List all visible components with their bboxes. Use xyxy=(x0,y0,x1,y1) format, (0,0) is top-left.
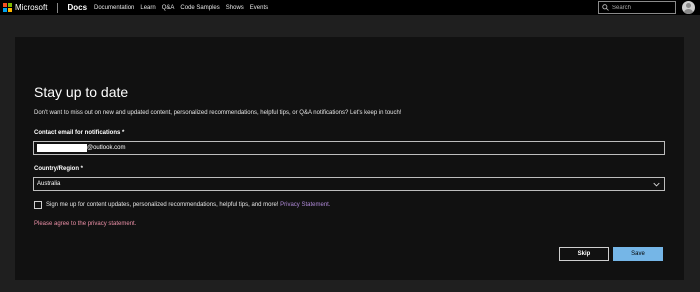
top-navigation-bar: Microsoft Docs Documentation Learn Q&A C… xyxy=(0,0,700,15)
search-input[interactable] xyxy=(612,4,672,11)
skip-button[interactable]: Skip xyxy=(559,247,609,261)
brand-name: Microsoft xyxy=(15,3,48,12)
redacted-email-prefix xyxy=(37,144,87,152)
nav-events[interactable]: Events xyxy=(250,5,268,11)
user-avatar-icon[interactable] xyxy=(682,1,695,14)
nav-shows[interactable]: Shows xyxy=(226,5,244,11)
microsoft-logo-icon xyxy=(3,3,12,12)
nav-learn[interactable]: Learn xyxy=(140,5,155,11)
nav-code-samples[interactable]: Code Samples xyxy=(180,5,219,11)
search-icon xyxy=(602,4,609,11)
email-label: Contact email for notifications * xyxy=(34,130,125,136)
microsoft-logo[interactable]: Microsoft xyxy=(3,3,47,12)
email-suffix: @outlook.com xyxy=(87,145,126,151)
page-subtitle: Don't want to miss out on new and update… xyxy=(34,110,402,116)
country-selected-value: Australia xyxy=(37,181,61,187)
country-select[interactable]: Australia xyxy=(33,177,665,191)
country-label: Country/Region * xyxy=(34,166,83,172)
save-button[interactable]: Save xyxy=(613,247,663,261)
signup-card xyxy=(15,37,684,280)
consent-label: Sign me up for content updates, personal… xyxy=(46,202,281,208)
nav-qa[interactable]: Q&A xyxy=(162,5,175,11)
chevron-down-icon xyxy=(653,182,660,187)
search-box[interactable] xyxy=(598,1,676,14)
page-title: Stay up to date xyxy=(34,84,129,100)
consent-text: Sign me up for content updates, personal… xyxy=(46,202,331,208)
privacy-statement-link[interactable]: Privacy Statement. xyxy=(280,202,330,208)
privacy-error-message: Please agree to the privacy statement. xyxy=(34,221,137,227)
consent-checkbox[interactable] xyxy=(34,201,42,209)
header-divider xyxy=(57,2,59,13)
nav-documentation[interactable]: Documentation xyxy=(94,5,134,11)
product-name-link[interactable]: Docs xyxy=(67,3,87,12)
email-field[interactable]: @outlook.com xyxy=(33,141,665,155)
